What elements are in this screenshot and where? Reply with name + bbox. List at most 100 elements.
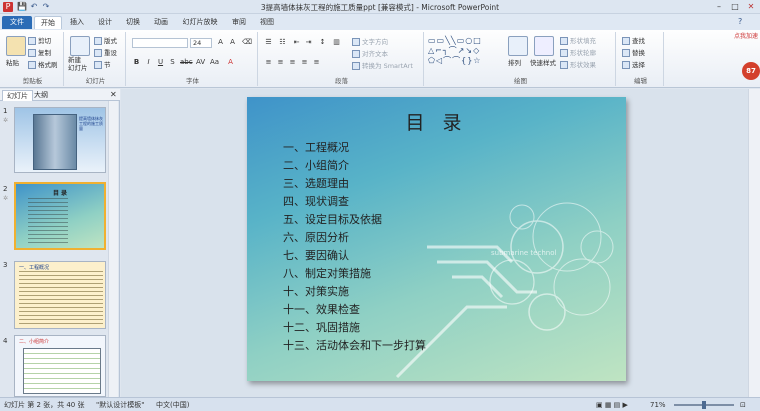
group-label: 剪贴板 xyxy=(22,77,43,85)
language-indicator[interactable]: 中文(中国) xyxy=(156,400,189,410)
arrange-icon[interactable] xyxy=(508,36,528,56)
vertical-scrollbar[interactable] xyxy=(748,89,760,397)
tab-outline[interactable]: 大纲 xyxy=(30,90,52,101)
toc-item: 七、要因确认 xyxy=(283,249,349,262)
arrange-button[interactable]: 排列 xyxy=(508,58,521,68)
group-label: 绘图 xyxy=(514,77,527,85)
quick-styles-button[interactable]: 快速样式 xyxy=(530,58,556,68)
bold-icon[interactable]: B xyxy=(132,58,141,67)
toc-item: 十、对策实施 xyxy=(283,285,349,298)
smartart-label: 转换为 SmartArt xyxy=(362,62,413,70)
shape-fill-button[interactable]: 形状填充 xyxy=(560,36,596,46)
tab-review[interactable]: 审阅 xyxy=(228,16,250,29)
fit-window-icon[interactable]: ⊡ xyxy=(740,400,746,410)
strike-icon[interactable]: abc xyxy=(180,58,193,67)
cut-button[interactable]: 剪切 xyxy=(28,36,51,46)
tab-design[interactable]: 设计 xyxy=(94,16,116,29)
shadow-icon[interactable]: S xyxy=(168,58,177,67)
select-button[interactable]: 选择 xyxy=(622,60,645,70)
font-name-combo[interactable] xyxy=(132,38,188,48)
thumb-number: 1 xyxy=(3,107,8,115)
toc-list: 一、工程概况 二、小组简介 三、选题理由 四、现状调查 五、设定目标及依据 六、… xyxy=(283,139,426,355)
section-button[interactable]: 节 xyxy=(94,60,111,70)
replace-button[interactable]: 替换 xyxy=(622,48,645,58)
font-color-icon[interactable]: A xyxy=(226,58,235,67)
shape-fill-label: 形状填充 xyxy=(570,37,596,45)
shapes-gallery[interactable]: ▭▭╲╲▭○□ △⌐┐⌒↗↘◇ ⬠◁⌒⌒{}☆ xyxy=(428,36,498,68)
line-spacing-icon[interactable]: ↕ xyxy=(318,38,327,47)
align-text-icon xyxy=(352,50,360,58)
slide-thumbnail-selected[interactable]: 目 录 xyxy=(14,182,106,250)
thumb-number: 4 xyxy=(3,337,8,345)
tab-home[interactable]: 开始 xyxy=(34,16,62,29)
align-left-icon[interactable]: ≡ xyxy=(264,58,273,67)
speedup-label[interactable]: 点我加速 xyxy=(734,32,758,42)
close-panel-icon[interactable]: ✕ xyxy=(110,90,117,99)
paste-icon[interactable] xyxy=(6,36,26,56)
new-slide-button[interactable]: 新建 幻灯片 xyxy=(68,56,88,72)
tab-view[interactable]: 视图 xyxy=(256,16,278,29)
slide-thumbnail[interactable]: 提高墙体抹灰工程的施工质量 xyxy=(14,107,106,173)
section-label: 节 xyxy=(104,61,111,69)
minimize-icon[interactable]: – xyxy=(712,1,726,12)
ribbon-tabs: 文件 开始 插入 设计 切换 动画 幻灯片放映 审阅 视图 ? xyxy=(0,14,760,30)
reset-button[interactable]: 重设 xyxy=(94,48,117,58)
tab-insert[interactable]: 插入 xyxy=(66,16,88,29)
columns-icon[interactable]: ▥ xyxy=(332,38,341,47)
numbering-icon[interactable]: ☷ xyxy=(278,38,287,47)
building-image xyxy=(33,114,77,170)
view-buttons[interactable]: ▣ ▦ ▤ ▶ xyxy=(596,400,628,410)
italic-icon[interactable]: I xyxy=(144,58,153,67)
shrink-font-icon[interactable]: A xyxy=(228,38,237,47)
panel-scrollbar[interactable] xyxy=(108,101,118,397)
case-icon[interactable]: Aa xyxy=(210,58,219,67)
zoom-thumb[interactable] xyxy=(702,401,706,409)
tab-animations[interactable]: 动画 xyxy=(150,16,172,29)
transition-icon: ✲ xyxy=(3,195,9,202)
format-painter-button[interactable]: 格式刷 xyxy=(28,60,58,70)
align-center-icon[interactable]: ≡ xyxy=(276,58,285,67)
underline-icon[interactable]: U xyxy=(156,58,165,67)
thumb-lines xyxy=(19,271,103,326)
shape-outline-button[interactable]: 形状轮廓 xyxy=(560,48,596,58)
speedup-badge[interactable]: 87 xyxy=(742,62,760,80)
grow-font-icon[interactable]: A xyxy=(216,38,225,47)
slide-thumbnail[interactable]: 一、工程概况 xyxy=(14,261,106,329)
new-slide-icon[interactable] xyxy=(70,36,90,56)
find-button[interactable]: 查找 xyxy=(622,36,645,46)
tab-transitions[interactable]: 切换 xyxy=(122,16,144,29)
paste-button[interactable]: 粘贴 xyxy=(6,58,19,68)
copy-button[interactable]: 复制 xyxy=(28,48,51,58)
tab-slideshow[interactable]: 幻灯片放映 xyxy=(178,16,222,29)
spacing-icon[interactable]: AV xyxy=(196,58,205,67)
layout-button[interactable]: 版式 xyxy=(94,36,117,46)
quick-styles-icon[interactable] xyxy=(534,36,554,56)
clear-format-icon[interactable]: ⌫ xyxy=(242,38,252,47)
font-size-combo[interactable]: 24 xyxy=(190,38,212,48)
toc-item: 一、工程概况 xyxy=(283,141,349,154)
align-right-icon[interactable]: ≡ xyxy=(288,58,297,67)
justify-icon[interactable]: ≡ xyxy=(300,58,309,67)
decrease-indent-icon[interactable]: ⇤ xyxy=(292,38,301,47)
toc-item: 五、设定目标及依据 xyxy=(283,213,382,226)
group-label: 字体 xyxy=(186,77,199,85)
toc-item: 四、现状调查 xyxy=(283,195,349,208)
shape-effects-button[interactable]: 形状效果 xyxy=(560,60,596,70)
slide-title: 目 录 xyxy=(405,112,468,134)
help-icon[interactable]: ? xyxy=(738,17,742,26)
align-text-button[interactable]: 对齐文本 xyxy=(352,49,388,59)
toc-item: 十一、效果检查 xyxy=(283,303,360,316)
increase-indent-icon[interactable]: ⇥ xyxy=(304,38,313,47)
group-paragraph: ☰ ☷ ⇤ ⇥ ↕ ▥ ≡ ≡ ≡ ≡ ≡ 文字方向 对齐文本 转换为 Smar… xyxy=(260,32,424,86)
tab-slides[interactable]: 幻灯片 xyxy=(2,90,33,101)
tab-file[interactable]: 文件 xyxy=(2,16,32,29)
bullets-icon[interactable]: ☰ xyxy=(264,38,273,47)
slide-thumbnail[interactable]: 二、小组简介 xyxy=(14,335,106,397)
text-direction-button[interactable]: 文字方向 xyxy=(352,37,388,47)
zoom-level[interactable]: 71% xyxy=(650,400,666,410)
maximize-icon[interactable]: □ xyxy=(728,1,742,12)
close-icon[interactable]: ✕ xyxy=(744,1,758,12)
slide[interactable]: submarine technol 目 录 一、工程概况 二、小组简介 三、选题… xyxy=(247,97,626,381)
smartart-button[interactable]: 转换为 SmartArt xyxy=(352,61,413,71)
distributed-icon[interactable]: ≡ xyxy=(312,58,321,67)
